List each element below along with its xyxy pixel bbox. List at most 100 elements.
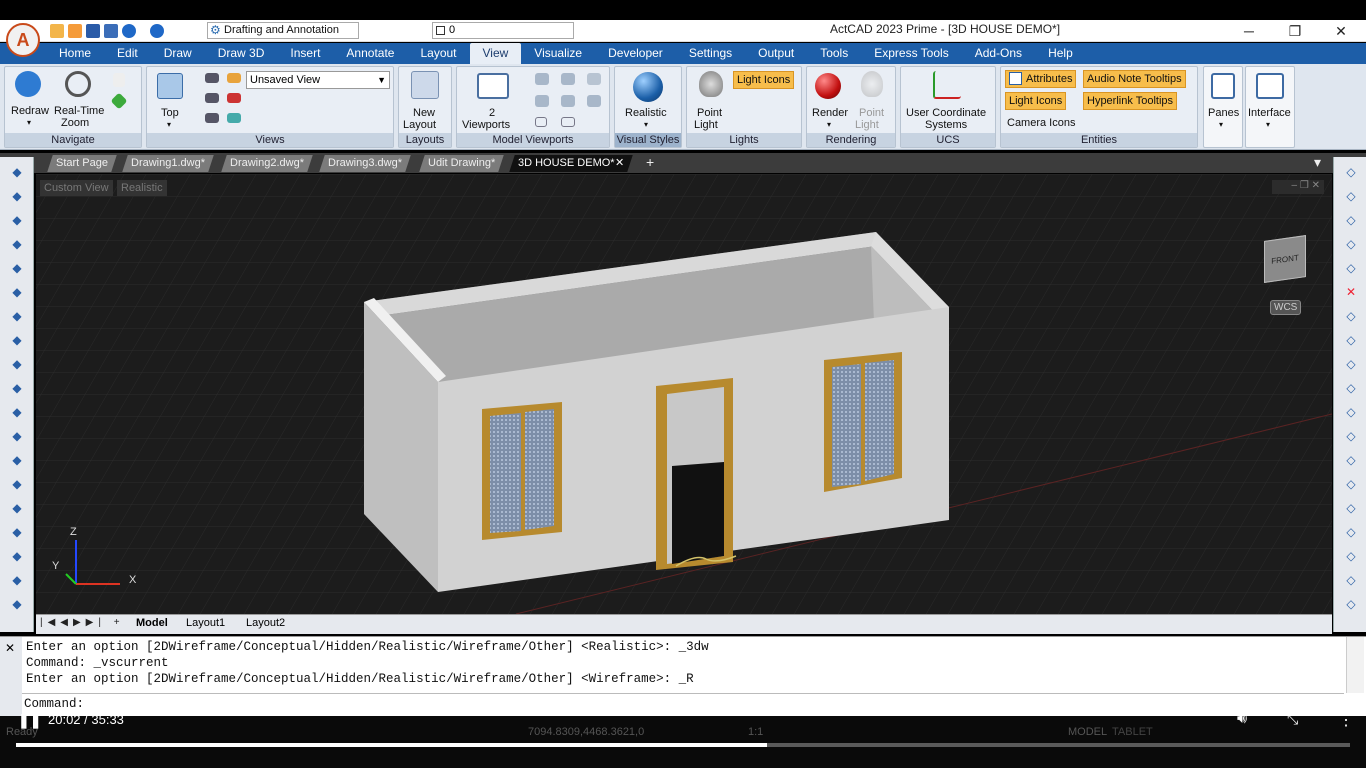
viewport-join-icon[interactable] [535,73,549,85]
model-space-toggle[interactable]: MODEL [1068,726,1107,738]
polyline-tool-icon[interactable]: ◆ [9,213,25,227]
two-viewports-icon[interactable] [477,73,509,99]
tablet-toggle[interactable]: TABLET [1112,726,1153,738]
offset-tool-icon[interactable]: ◇ [1343,237,1359,251]
layout-tab-layout2[interactable]: Layout2 [246,617,285,629]
menu-settings[interactable]: Settings [676,43,745,64]
viewport-scale-icon[interactable] [535,95,549,107]
realtime-zoom-label[interactable]: Real-Time [54,105,104,117]
menu-edit[interactable]: Edit [104,43,151,64]
point-tool-icon[interactable]: ◆ [9,381,25,395]
menu-express-tools[interactable]: Express Tools [861,43,961,64]
more-options-icon[interactable]: ⋮ [1338,710,1354,730]
save-view-icon[interactable] [227,73,241,83]
menu-home[interactable]: Home [46,43,104,64]
layout-button[interactable]: Layout [403,119,436,131]
viewport-clip-icon[interactable] [561,73,575,85]
point-light-label[interactable]: Point [697,107,722,119]
viewport-rect-icon[interactable] [561,117,575,127]
chevron-down-icon[interactable]: ▾ [644,119,648,131]
menu-draw[interactable]: Draw [151,43,205,64]
point-light-button[interactable]: Light [694,119,718,131]
menu-output[interactable]: Output [745,43,807,64]
close-icon[interactable]: ✕ [5,641,15,655]
measure-tool-icon[interactable]: ◇ [1343,549,1359,563]
camera-icons-toggle[interactable]: Camera Icons [1007,117,1075,129]
move-tool-icon[interactable]: ◇ [1343,165,1359,179]
document-tab[interactable]: Drawing2.dwg* [221,155,313,172]
command-scrollbar[interactable] [1346,637,1364,693]
save-as-icon[interactable] [104,24,118,38]
interface-icon[interactable] [1256,73,1284,99]
menu-layout[interactable]: Layout [407,43,469,64]
menu-add-ons[interactable]: Add-Ons [962,43,1035,64]
ucs-label-line1[interactable]: User Coordinate [906,107,986,119]
wcs-button[interactable]: WCS [1270,300,1302,315]
panes-icon[interactable] [1211,73,1235,99]
redraw-button[interactable]: Redraw [11,105,49,117]
block-tool-icon[interactable]: ◆ [9,477,25,491]
chevron-down-icon[interactable]: ▾ [1219,119,1223,131]
array-tool-icon[interactable]: ◇ [1343,213,1359,227]
chevron-down-icon[interactable]: ▾ [27,117,31,129]
document-tab[interactable]: Drawing1.dwg* [122,155,214,172]
layout-tab-layout1[interactable]: Layout1 [186,617,225,629]
new-layout-label[interactable]: New [413,107,435,119]
arc-tool-icon[interactable]: ◆ [9,189,25,203]
ucs-axes-icon[interactable] [933,71,961,99]
redraw-icon[interactable] [15,71,41,97]
render-button[interactable]: Render [812,107,848,119]
viewport-close-icon[interactable] [587,95,601,107]
named-views-icon[interactable] [205,73,219,83]
document-tab[interactable]: Udit Drawing* [419,155,505,172]
text-tool-icon[interactable]: ◆ [9,525,25,539]
viewport-fit-icon[interactable] [561,95,575,107]
app-logo-icon[interactable]: A [6,23,40,57]
workspace-select[interactable]: ⚙ Drafting and Annotation [207,22,359,39]
document-tab[interactable]: Drawing3.dwg* [319,155,411,172]
save-icon[interactable] [86,24,100,38]
command-input[interactable]: Command: [24,697,84,711]
copy-tool-icon[interactable]: ◇ [1343,189,1359,203]
fillet-tool-icon[interactable]: ◇ [1343,429,1359,443]
rectangle-tool-icon[interactable]: ◆ [9,429,25,443]
scale-tool-icon[interactable]: ◇ [1343,261,1359,275]
delete-view-icon[interactable] [227,93,241,103]
zoom-button[interactable]: Zoom [61,117,89,129]
pause-icon[interactable]: ❚❚ [18,712,41,729]
custom-view-label[interactable]: Custom View [40,180,113,196]
menu-annotate[interactable]: Annotate [333,43,407,64]
model-canvas[interactable] [36,174,1332,614]
viewport-controls[interactable]: – ❐ ✕ [1272,180,1324,194]
new-tab-icon[interactable]: + [646,154,654,170]
open-file-icon[interactable] [68,24,82,38]
orbit-icon[interactable] [110,92,128,110]
align-tool-icon[interactable]: ◇ [1343,525,1359,539]
new-layout-icon[interactable] [411,71,439,99]
visual-style-label[interactable]: Realistic [117,180,167,196]
drawing-viewport[interactable]: Custom View Realistic FRONT WCS Z Y X – … [36,174,1332,614]
insert-tool-icon[interactable]: ◆ [9,549,25,563]
erase-tool-icon[interactable]: ◆ [9,573,25,587]
pan-hand-icon[interactable] [113,73,125,87]
menu-draw-3d[interactable]: Draw 3D [205,43,278,64]
top-view-button[interactable]: Top [161,107,179,119]
named-view-dropdown[interactable]: Unsaved View ▼ [246,71,390,89]
restore-button[interactable]: ❐ [1272,20,1318,42]
region-tool-icon[interactable]: ◆ [9,501,25,515]
break-tool-icon[interactable]: ◇ [1343,501,1359,515]
annotation-scale[interactable]: 1:1 [748,726,763,738]
rotate-tool-icon[interactable]: ◆ [9,357,25,371]
video-progress-bar[interactable] [16,743,1350,747]
chevron-down-icon[interactable]: ▾ [1266,119,1270,131]
close-button[interactable]: ✕ [1318,20,1364,42]
attributes-toggle[interactable]: Attributes [1005,70,1077,88]
viewport-poly-icon[interactable] [535,117,547,127]
close-icon[interactable]: ✕ [615,155,624,172]
ellipse-tool-icon[interactable]: ◆ [9,333,25,347]
minimize-button[interactable]: ─ [1226,20,1272,42]
ucs-button[interactable]: Systems [925,119,967,131]
audio-note-tooltips-toggle[interactable]: Audio Note Tooltips [1083,70,1186,88]
menu-insert[interactable]: Insert [277,43,333,64]
restore-view-icon[interactable] [227,113,241,123]
